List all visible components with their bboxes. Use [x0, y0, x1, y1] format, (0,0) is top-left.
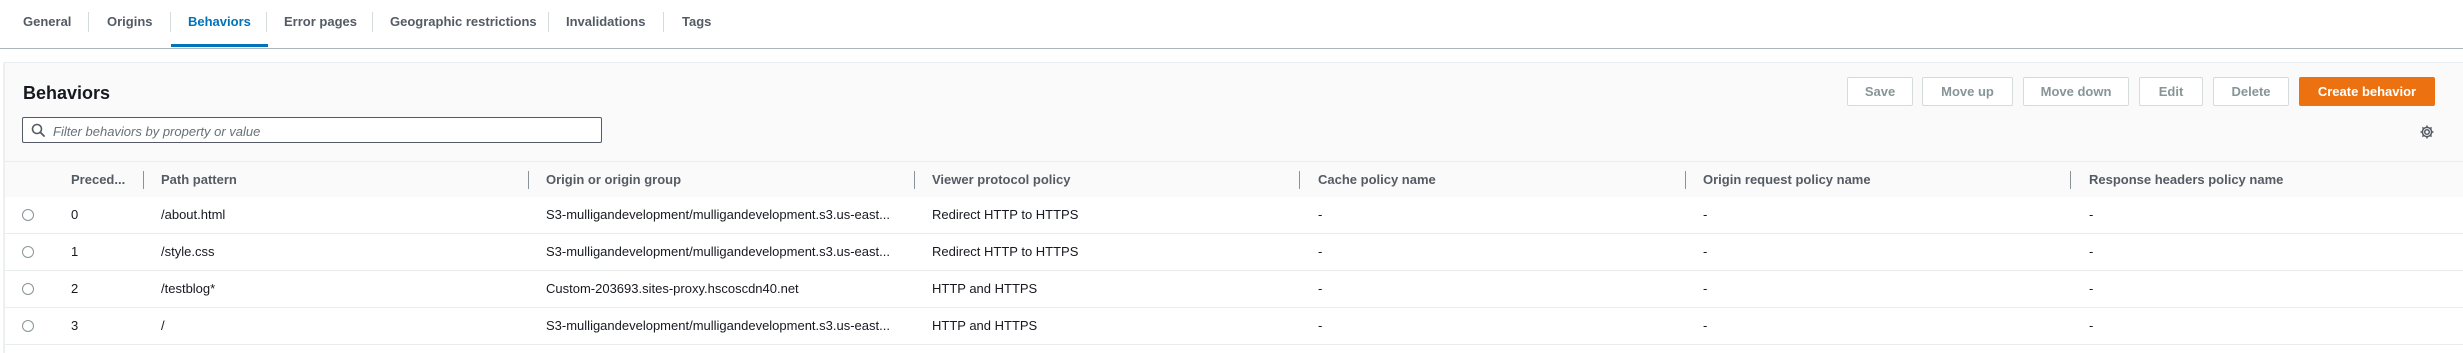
cell-path-pattern: /testblog*: [161, 281, 216, 296]
column-resize-handle[interactable]: [143, 171, 144, 189]
tab-divider: [88, 12, 89, 32]
table-row[interactable]: 0 /about.html S3-mulligandevelopment/mul…: [5, 197, 2463, 234]
save-button[interactable]: Save: [1847, 77, 1913, 106]
cell-viewer-protocol-policy: Redirect HTTP to HTTPS: [932, 207, 1079, 222]
tab-divider: [663, 12, 664, 32]
cell-viewer-protocol-policy: HTTP and HTTPS: [932, 318, 1038, 333]
row-select-radio[interactable]: [22, 246, 34, 258]
cell-path-pattern: /about.html: [161, 207, 226, 222]
tab-general[interactable]: General: [23, 0, 71, 44]
create-behavior-button[interactable]: Create behavior: [2299, 77, 2435, 106]
cell-origin-request-policy: -: [1703, 244, 1708, 259]
cell-origin-request-policy: -: [1703, 318, 1708, 333]
cell-cache-policy: -: [1318, 318, 1323, 333]
column-header-path-pattern[interactable]: Path pattern: [161, 162, 237, 197]
row-select-radio[interactable]: [22, 209, 34, 221]
cell-origin: S3-mulligandevelopment/mulligandevelopme…: [546, 244, 890, 259]
panel-title: Behaviors: [23, 83, 111, 103]
move-up-button[interactable]: Move up: [1922, 77, 2013, 106]
table-header: Preced... Path pattern Origin or origin …: [5, 161, 2463, 198]
table-row[interactable]: 3 / S3-mulligandevelopment/mulligandevel…: [5, 308, 2463, 345]
search-icon: [31, 123, 45, 137]
column-header-origin[interactable]: Origin or origin group: [546, 162, 681, 197]
cell-path-pattern: /style.css: [161, 244, 215, 259]
edit-button[interactable]: Edit: [2139, 77, 2203, 106]
cell-precedence: 3: [71, 318, 79, 333]
tab-invalidations[interactable]: Invalidations: [566, 0, 645, 44]
tab-divider: [372, 12, 373, 32]
cell-origin: Custom-203693.sites-proxy.hscoscdn40.net: [546, 281, 799, 296]
row-select-radio[interactable]: [22, 283, 34, 295]
filter-input[interactable]: [51, 121, 595, 141]
column-resize-handle[interactable]: [914, 171, 915, 189]
row-select-radio[interactable]: [22, 320, 34, 332]
cell-origin: S3-mulligandevelopment/mulligandevelopme…: [546, 318, 890, 333]
move-down-button[interactable]: Move down: [2023, 77, 2129, 106]
column-header-origin-request-policy[interactable]: Origin request policy name: [1703, 162, 1871, 197]
cell-origin-request-policy: -: [1703, 207, 1708, 222]
cell-response-headers-policy: -: [2089, 207, 2094, 222]
tab-geographic-restrictions[interactable]: Geographic restrictions: [390, 0, 537, 44]
tab-bar: General Origins Behaviors Error pages Ge…: [0, 0, 2463, 49]
cell-response-headers-policy: -: [2089, 281, 2094, 296]
table-row[interactable]: 1 /style.css S3-mulligandevelopment/mull…: [5, 234, 2463, 271]
column-resize-handle[interactable]: [1299, 171, 1300, 189]
tab-tags[interactable]: Tags: [682, 0, 711, 44]
cell-origin-request-policy: -: [1703, 281, 1708, 296]
cell-cache-policy: -: [1318, 207, 1323, 222]
cell-cache-policy: -: [1318, 281, 1323, 296]
delete-button[interactable]: Delete: [2213, 77, 2289, 106]
filter-field[interactable]: [22, 117, 602, 143]
tab-origins[interactable]: Origins: [107, 0, 153, 44]
cell-viewer-protocol-policy: HTTP and HTTPS: [932, 281, 1038, 296]
cell-path-pattern: /: [161, 318, 165, 333]
tab-divider: [548, 12, 549, 32]
cell-response-headers-policy: -: [2089, 318, 2094, 333]
cell-viewer-protocol-policy: Redirect HTTP to HTTPS: [932, 244, 1079, 259]
column-resize-handle[interactable]: [1685, 171, 1686, 189]
table-row[interactable]: 2 /testblog* Custom-203693.sites-proxy.h…: [5, 271, 2463, 308]
cell-precedence: 2: [71, 281, 79, 296]
cell-precedence: 0: [71, 207, 79, 222]
column-header-viewer-protocol-policy[interactable]: Viewer protocol policy: [932, 162, 1070, 197]
tab-divider: [266, 12, 267, 32]
cell-cache-policy: -: [1318, 244, 1323, 259]
cell-precedence: 1: [71, 244, 79, 259]
column-header-response-headers-policy[interactable]: Response headers policy name: [2089, 162, 2283, 197]
behaviors-panel: Behaviors Save Move up Move down Edit De…: [4, 62, 2463, 353]
gear-icon[interactable]: [2419, 124, 2435, 140]
column-resize-handle[interactable]: [2070, 171, 2071, 189]
column-header-precedence[interactable]: Preced...: [71, 162, 125, 197]
column-resize-handle[interactable]: [528, 171, 529, 189]
tab-behaviors[interactable]: Behaviors: [171, 0, 268, 47]
column-header-cache-policy[interactable]: Cache policy name: [1318, 162, 1436, 197]
tab-error-pages[interactable]: Error pages: [284, 0, 357, 44]
cell-origin: S3-mulligandevelopment/mulligandevelopme…: [546, 207, 890, 222]
cell-response-headers-policy: -: [2089, 244, 2094, 259]
